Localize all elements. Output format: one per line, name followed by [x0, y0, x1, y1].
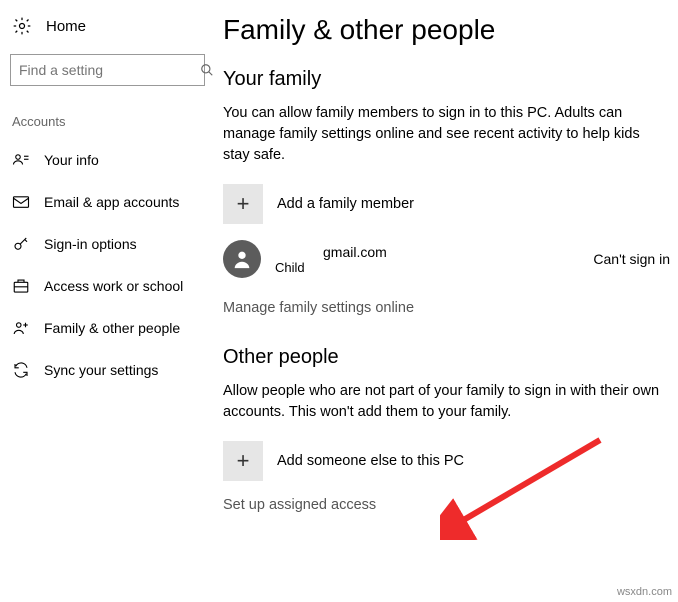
- people-plus-icon: [12, 319, 30, 337]
- family-member-row[interactable]: gmail.com Child Can't sign in: [223, 240, 670, 278]
- manage-family-link[interactable]: Manage family settings online: [223, 300, 670, 316]
- member-info: gmail.com Child: [275, 244, 387, 275]
- sidebar-item-label: Email & app accounts: [44, 194, 179, 210]
- sidebar-section-heading: Accounts: [0, 114, 215, 139]
- sidebar-item-signin-options[interactable]: Sign-in options: [0, 223, 215, 265]
- sidebar-item-email-accounts[interactable]: Email & app accounts: [0, 181, 215, 223]
- page-title: Family & other people: [223, 14, 670, 46]
- plus-icon: +: [223, 441, 263, 481]
- other-heading: Other people: [223, 346, 670, 369]
- home-button[interactable]: Home: [0, 10, 215, 42]
- sync-icon: [12, 361, 30, 379]
- sidebar-item-work-school[interactable]: Access work or school: [0, 265, 215, 307]
- key-icon: [12, 235, 30, 253]
- watermark: wsxdn.com: [617, 586, 672, 598]
- mail-icon: [12, 193, 30, 211]
- sidebar-item-sync[interactable]: Sync your settings: [0, 349, 215, 391]
- add-family-label: Add a family member: [277, 196, 414, 212]
- family-heading: Your family: [223, 68, 670, 91]
- sidebar-item-label: Sync your settings: [44, 362, 158, 378]
- sidebar-item-label: Sign-in options: [44, 236, 137, 252]
- sidebar-item-label: Your info: [44, 152, 99, 168]
- other-description: Allow people who are not part of your fa…: [223, 381, 670, 423]
- briefcase-icon: [12, 277, 30, 295]
- sidebar-item-family[interactable]: Family & other people: [0, 307, 215, 349]
- plus-icon: +: [223, 184, 263, 224]
- sidebar-item-label: Family & other people: [44, 320, 180, 336]
- search-input[interactable]: [10, 54, 205, 86]
- member-status: Can't sign in: [593, 251, 670, 267]
- sidebar-item-label: Access work or school: [44, 278, 183, 294]
- search-field[interactable]: [19, 62, 200, 78]
- add-other-user-button[interactable]: + Add someone else to this PC: [223, 441, 670, 481]
- search-icon: [200, 63, 214, 77]
- content-pane: Family & other people Your family You ca…: [215, 0, 678, 602]
- add-family-member-button[interactable]: + Add a family member: [223, 184, 670, 224]
- gear-icon: [12, 16, 32, 36]
- home-label: Home: [46, 18, 86, 35]
- sidebar-item-your-info[interactable]: Your info: [0, 139, 215, 181]
- sidebar: Home Accounts Your info Email & app acco…: [0, 0, 215, 602]
- assigned-access-link[interactable]: Set up assigned access: [223, 497, 670, 513]
- family-description: You can allow family members to sign in …: [223, 103, 670, 166]
- add-other-label: Add someone else to this PC: [277, 453, 464, 469]
- member-role: Child: [275, 260, 387, 275]
- member-email-domain: gmail.com: [323, 244, 387, 260]
- person-card-icon: [12, 151, 30, 169]
- avatar-icon: [223, 240, 261, 278]
